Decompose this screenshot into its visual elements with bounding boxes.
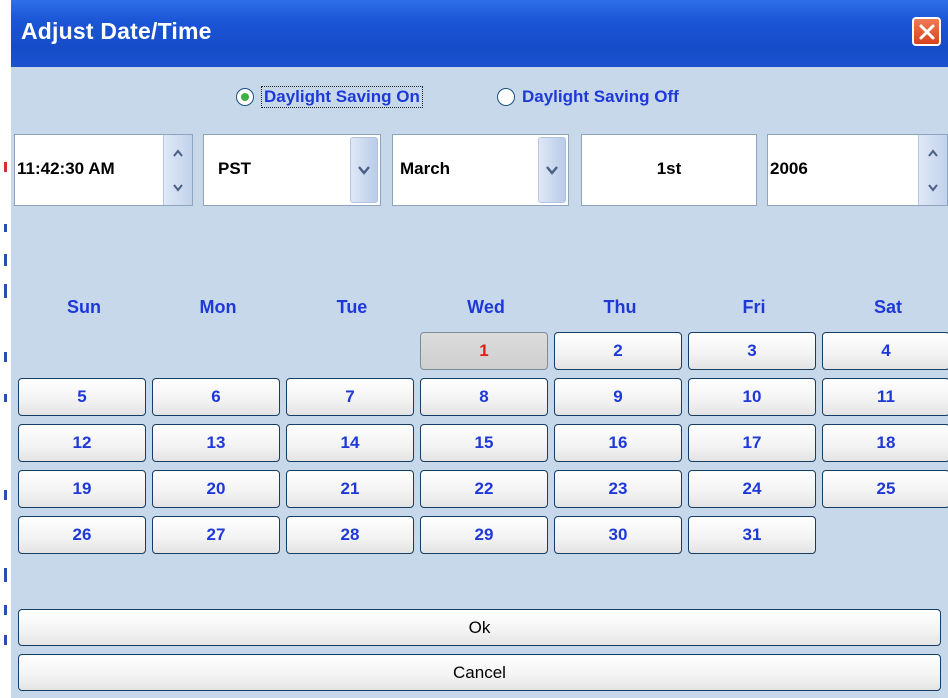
weekday-header-fri: Fri xyxy=(742,297,766,317)
time-increment-button[interactable] xyxy=(164,135,192,170)
chevron-down-icon xyxy=(358,165,370,175)
day-button[interactable]: 17 xyxy=(688,424,816,462)
day-button[interactable]: 26 xyxy=(18,516,146,554)
time-spin-buttons xyxy=(163,135,192,205)
background-mark xyxy=(4,284,7,298)
chevron-down-icon xyxy=(546,165,558,175)
timezone-dropdown-button[interactable] xyxy=(350,137,378,203)
timezone-select[interactable]: PST xyxy=(203,134,381,206)
year-decrement-button[interactable] xyxy=(919,170,947,205)
chevron-up-icon xyxy=(173,148,183,157)
day-button[interactable]: 14 xyxy=(286,424,414,462)
day-button[interactable]: 21 xyxy=(286,470,414,508)
day-field[interactable]: 1st xyxy=(581,134,757,206)
daylight-saving-off-label: Daylight Saving Off xyxy=(522,87,679,106)
year-increment-button[interactable] xyxy=(919,135,947,170)
background-mark xyxy=(4,490,7,500)
day-button[interactable]: 18 xyxy=(822,424,948,462)
day-button[interactable]: 2 xyxy=(554,332,682,370)
background-mark xyxy=(4,224,7,232)
adjust-datetime-dialog: Adjust Date/Time Daylight Saving On Dayl… xyxy=(11,0,948,698)
day-button[interactable]: 12 xyxy=(18,424,146,462)
background-mark xyxy=(4,605,7,615)
day-button[interactable]: 16 xyxy=(554,424,682,462)
cancel-button[interactable]: Cancel xyxy=(18,654,941,691)
timezone-value: PST xyxy=(218,159,252,178)
month-select[interactable]: March xyxy=(392,134,569,206)
day-button[interactable]: 9 xyxy=(554,378,682,416)
daylight-saving-options: Daylight Saving On Daylight Saving Off xyxy=(11,82,948,112)
year-spinner[interactable]: 2006 xyxy=(767,134,948,206)
ok-button[interactable]: Ok xyxy=(18,609,941,646)
day-value: 1st xyxy=(656,159,682,178)
month-dropdown-button[interactable] xyxy=(538,137,566,203)
weekday-header-tue: Tue xyxy=(336,297,368,317)
day-button[interactable]: 3 xyxy=(688,332,816,370)
background-mark xyxy=(4,254,7,266)
day-button[interactable]: 29 xyxy=(420,516,548,554)
weekday-header-sun: Sun xyxy=(67,297,101,317)
radio-unselected-icon xyxy=(497,88,515,106)
day-button[interactable]: 4 xyxy=(822,332,948,370)
day-button-selected[interactable]: 1 xyxy=(420,332,548,370)
chevron-up-icon xyxy=(928,148,938,157)
background-mark xyxy=(4,352,7,362)
title-bar[interactable]: Adjust Date/Time xyxy=(11,0,948,67)
background-mark xyxy=(4,568,7,582)
day-button[interactable]: 8 xyxy=(420,378,548,416)
close-button[interactable] xyxy=(912,17,941,46)
chevron-down-icon xyxy=(928,183,938,192)
month-value: March xyxy=(400,159,451,178)
day-button[interactable]: 24 xyxy=(688,470,816,508)
year-spin-buttons xyxy=(918,135,947,205)
day-button[interactable]: 22 xyxy=(420,470,548,508)
day-button[interactable]: 6 xyxy=(152,378,280,416)
day-button[interactable]: 23 xyxy=(554,470,682,508)
daylight-saving-on-label: Daylight Saving On xyxy=(261,86,423,108)
day-button[interactable]: 27 xyxy=(152,516,280,554)
day-button[interactable]: 25 xyxy=(822,470,948,508)
day-button[interactable]: 10 xyxy=(688,378,816,416)
day-button[interactable]: 20 xyxy=(152,470,280,508)
background-mark xyxy=(4,162,7,172)
day-button[interactable]: 15 xyxy=(420,424,548,462)
year-value: 2006 xyxy=(770,159,808,178)
chevron-down-icon xyxy=(173,183,183,192)
weekday-header-mon: Mon xyxy=(199,297,237,317)
day-button[interactable]: 5 xyxy=(18,378,146,416)
time-decrement-button[interactable] xyxy=(164,170,192,205)
day-button[interactable]: 28 xyxy=(286,516,414,554)
daylight-saving-off-radio[interactable]: Daylight Saving Off xyxy=(497,82,679,112)
background-mark xyxy=(4,394,7,402)
weekday-header-thu: Thu xyxy=(603,297,637,317)
background-mark xyxy=(4,635,7,645)
dialog-title: Adjust Date/Time xyxy=(21,18,212,44)
weekday-header-sat: Sat xyxy=(873,297,902,317)
day-button[interactable]: 31 xyxy=(688,516,816,554)
daylight-saving-on-radio[interactable]: Daylight Saving On xyxy=(236,82,423,112)
radio-selected-icon xyxy=(236,88,254,106)
day-button[interactable]: 11 xyxy=(822,378,948,416)
day-button[interactable]: 19 xyxy=(18,470,146,508)
day-button[interactable]: 7 xyxy=(286,378,414,416)
time-value: 11:42:30 AM xyxy=(17,159,115,178)
weekday-header-wed: Wed xyxy=(467,297,505,317)
day-button[interactable]: 13 xyxy=(152,424,280,462)
time-spinner[interactable]: 11:42:30 AM xyxy=(14,134,193,206)
close-icon xyxy=(919,24,934,39)
day-button[interactable]: 30 xyxy=(554,516,682,554)
